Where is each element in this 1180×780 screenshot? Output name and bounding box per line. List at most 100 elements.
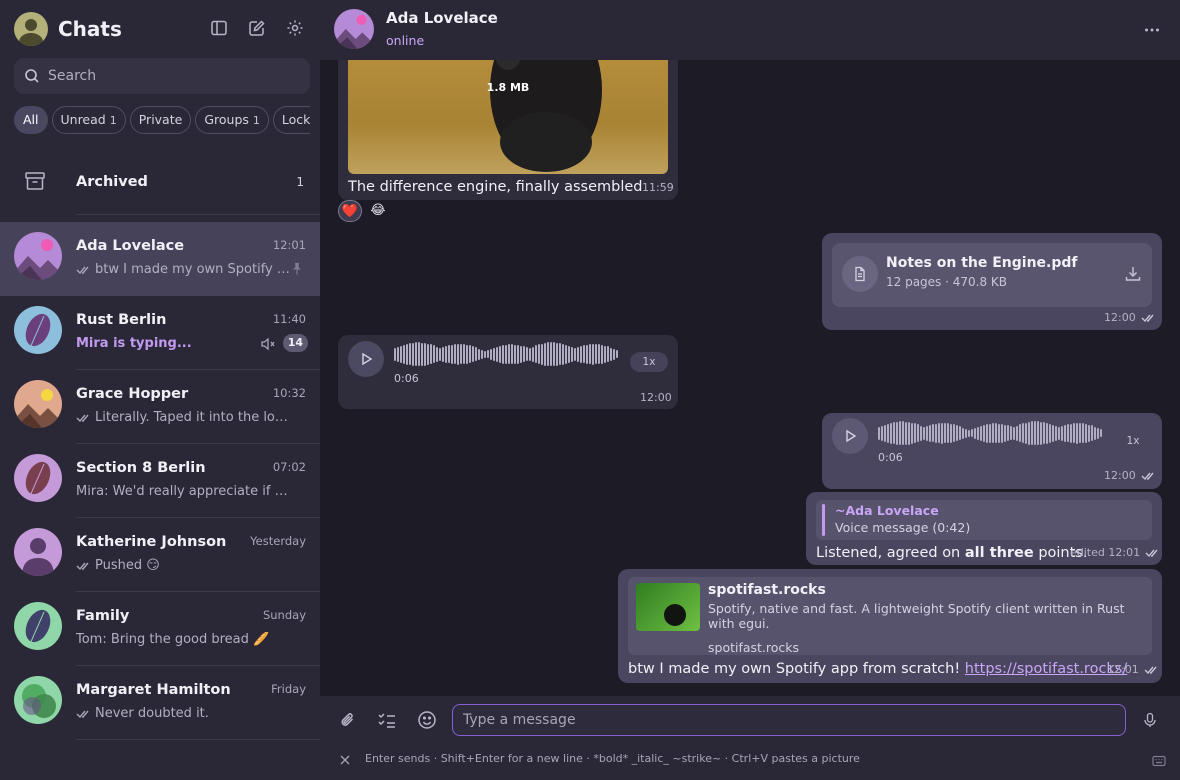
- reply-message[interactable]: ~Ada Lovelace Voice message (0:42) Liste…: [806, 492, 1162, 565]
- message-link[interactable]: https://spotifast.rocks/: [965, 661, 1127, 677]
- compose-icon[interactable]: [246, 17, 268, 39]
- filter-chip-groups[interactable]: Groups 1: [195, 106, 269, 134]
- waveform-bar: [920, 425, 922, 441]
- waveform-bar: [1004, 424, 1006, 442]
- waveform-bar: [1010, 426, 1012, 440]
- photo-image[interactable]: 1.8 MB: [348, 60, 668, 174]
- attach-paperclip-icon[interactable]: [338, 710, 358, 734]
- quoted-message[interactable]: ~Ada Lovelace Voice message (0:42): [816, 500, 1152, 540]
- quote-author: ~Ada Lovelace: [835, 503, 939, 518]
- playback-speed-button[interactable]: 1x: [1114, 431, 1152, 451]
- pin-icon: [290, 261, 304, 280]
- chat-item-family[interactable]: Family Sunday Tom: Bring the good bread …: [0, 592, 320, 666]
- waveform-bar: [992, 423, 994, 443]
- waveform-bar: [947, 423, 949, 443]
- waveform-bar: [424, 342, 426, 366]
- link-host: spotifast.rocks: [708, 640, 800, 655]
- chat-name: Family: [76, 608, 130, 624]
- voice-message-outgoing[interactable]: 0:06 1x 12:00: [822, 413, 1162, 489]
- contact-status: online: [386, 33, 425, 48]
- chat-item-katherine-johnson[interactable]: Katherine Johnson Yesterday Pushed 😏: [0, 518, 320, 592]
- keyboard-icon[interactable]: [1152, 752, 1166, 771]
- link-preview-card[interactable]: spotifast.rocks Spotify, native and fast…: [628, 577, 1152, 655]
- chat-item-grace-hopper[interactable]: Grace Hopper 10:32 Literally. Taped it i…: [0, 370, 320, 444]
- waveform-bar: [977, 426, 979, 440]
- message-time: 12:01: [1107, 663, 1159, 676]
- waveform-bar: [412, 342, 414, 366]
- avatar: [14, 306, 62, 354]
- voice-waveform[interactable]: [878, 418, 1103, 448]
- waveform-bar: [890, 422, 892, 444]
- profile-avatar[interactable]: [14, 12, 48, 46]
- waveform-bar: [481, 349, 483, 359]
- waveform-bar: [1013, 426, 1015, 440]
- waveform-bar: [962, 427, 964, 439]
- double-check-icon: [1145, 549, 1158, 558]
- filter-chip-private[interactable]: Private: [129, 106, 192, 134]
- more-options-icon[interactable]: [1144, 22, 1160, 42]
- waveform-bar: [430, 344, 432, 364]
- file-message[interactable]: Notes on the Engine.pdf 12 pages · 470.8…: [822, 233, 1162, 330]
- waveform-bar: [538, 344, 540, 364]
- play-button[interactable]: [832, 418, 868, 454]
- waveform-bar: [971, 429, 973, 437]
- emoji-smiley-icon[interactable]: [417, 710, 437, 734]
- photo-message[interactable]: 1.8 MB The difference engine, finally as…: [338, 60, 678, 200]
- settings-gear-icon[interactable]: [284, 17, 306, 39]
- chat-name: Katherine Johnson: [76, 534, 227, 550]
- waveform-bar: [400, 345, 402, 363]
- archived-chats[interactable]: Archived 1: [0, 148, 320, 215]
- composer: Enter sends · Shift+Enter for a new line…: [320, 696, 1180, 780]
- double-check-icon: [76, 266, 89, 274]
- voice-message-incoming[interactable]: 0:06 1x 12:00: [338, 335, 678, 409]
- microphone-icon[interactable]: [1142, 712, 1158, 732]
- contact-name[interactable]: Ada Lovelace: [386, 9, 498, 27]
- waveform-bar: [610, 347, 612, 361]
- chat-item-ada-lovelace[interactable]: Ada Lovelace 12:01 btw I made my own Spo…: [0, 222, 320, 296]
- link-message[interactable]: spotifast.rocks Spotify, native and fast…: [618, 569, 1162, 683]
- play-button[interactable]: [348, 341, 384, 377]
- waveform-bar: [1034, 421, 1036, 445]
- sidebar-toggle-icon[interactable]: [208, 17, 230, 39]
- file-card[interactable]: Notes on the Engine.pdf 12 pages · 470.8…: [832, 243, 1152, 307]
- contact-avatar[interactable]: [334, 9, 374, 49]
- chat-name: Grace Hopper: [76, 386, 189, 402]
- chat-item-section-8-berlin[interactable]: Section 8 Berlin 07:02 Mira: We'd really…: [0, 444, 320, 518]
- download-icon[interactable]: [1124, 265, 1142, 287]
- unread-badge: 14: [282, 334, 308, 352]
- waveform-bar: [932, 424, 934, 442]
- file-meta: 12 pages · 470.8 KB: [886, 275, 1008, 289]
- filter-chip-all[interactable]: All: [14, 106, 48, 134]
- search-box[interactable]: [14, 58, 310, 94]
- voice-waveform[interactable]: [394, 339, 619, 369]
- chat-name: Margaret Hamilton: [76, 682, 231, 698]
- reaction-laugh[interactable]: 😂: [366, 200, 390, 222]
- filter-chip-locked[interactable]: Locke: [272, 106, 310, 134]
- file-name: Notes on the Engine.pdf: [886, 255, 1078, 271]
- message-input[interactable]: [452, 704, 1126, 736]
- chat-item-rust-berlin[interactable]: Rust Berlin 11:40 Mira is typing... 14: [0, 296, 320, 370]
- waveform-bar: [965, 428, 967, 438]
- waveform-bar: [586, 344, 588, 364]
- reaction-heart[interactable]: ❤️: [338, 200, 362, 222]
- message-text: btw I made my own Spotify app from scrat…: [628, 661, 1128, 677]
- waveform-bar: [613, 348, 615, 360]
- waveform-bar: [406, 343, 408, 365]
- waveform-bar: [457, 343, 459, 365]
- waveform-bar: [565, 344, 567, 364]
- close-hint-icon[interactable]: [339, 751, 351, 770]
- avatar: [14, 676, 62, 724]
- search-input[interactable]: [48, 58, 298, 94]
- waveform-bar: [1091, 425, 1093, 441]
- filter-chip-unread[interactable]: Unread 1: [51, 106, 126, 134]
- playback-speed-button[interactable]: 1x: [630, 352, 668, 372]
- chat-name: Section 8 Berlin: [76, 460, 206, 476]
- waveform-bar: [580, 345, 582, 363]
- waveform-bar: [568, 345, 570, 363]
- waveform-bar: [986, 423, 988, 443]
- muted-speaker-icon: [260, 336, 276, 355]
- sidebar: Chats AllUnread1PrivateGroups1Locke Arch…: [0, 0, 320, 780]
- chat-item-margaret-hamilton[interactable]: Margaret Hamilton Friday Never doubted i…: [0, 666, 320, 740]
- chat-preview: Mira is typing...: [76, 336, 192, 351]
- checklist-icon[interactable]: [377, 710, 397, 734]
